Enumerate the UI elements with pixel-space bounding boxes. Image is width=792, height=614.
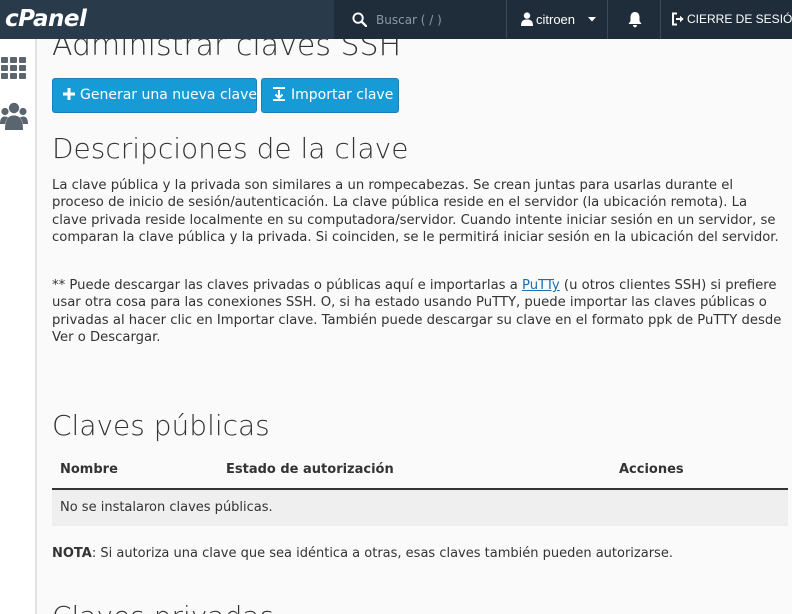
page-title: Administrar claves SSH [52, 39, 402, 63]
generate-key-label: Generar una nueva clave [80, 87, 258, 103]
description-paragraph: La clave pública y la privada son simila… [52, 178, 779, 246]
column-header-actions: Acciones [619, 462, 684, 477]
logout-button[interactable]: CIERRE DE SESIÓN [660, 0, 792, 39]
users-icon[interactable] [0, 102, 28, 130]
private-keys-heading: Claves privadas [52, 600, 274, 614]
descriptions-heading: Descripciones de la clave [52, 132, 409, 165]
sidebar [0, 39, 37, 614]
search-icon [352, 12, 367, 27]
bell-icon [628, 12, 642, 28]
logout-label: CIERRE DE SESIÓN [687, 12, 792, 26]
cpanel-logo[interactable]: cPanel [5, 4, 87, 34]
table-row-empty: No se instalaron claves públicas. [52, 490, 788, 526]
top-navbar: cPanel citroen CIERRE DE SESIÓN [0, 0, 792, 39]
import-key-label: Importar clave [291, 87, 394, 103]
apps-grid-icon[interactable] [1, 57, 26, 79]
note-text: NOTA: Si autoriza una clave que sea idén… [52, 546, 673, 561]
search-input[interactable] [376, 8, 498, 32]
import-key-button[interactable]: Importar clave [261, 78, 399, 113]
notifications-button[interactable] [607, 0, 660, 39]
generate-key-button[interactable]: Generar una nueva clave [52, 78, 257, 113]
user-icon [521, 12, 533, 26]
putty-text-before: ** Puede descargar las claves privadas o… [52, 278, 523, 293]
plus-icon [63, 88, 75, 100]
note-body: : Si autoriza una clave que sea idéntica… [91, 546, 673, 561]
putty-link[interactable]: PuTTy [522, 278, 560, 293]
note-label: NOTA [52, 546, 92, 561]
import-icon [273, 87, 285, 101]
column-header-authorization-status[interactable]: Estado de autorización [226, 462, 394, 477]
column-header-name[interactable]: Nombre [60, 462, 118, 477]
caret-down-icon [588, 17, 596, 22]
putty-paragraph: ** Puede descargar las claves privadas o… [52, 277, 782, 347]
username: citroen [536, 12, 576, 27]
user-menu[interactable]: citroen [506, 0, 607, 39]
search-box[interactable] [334, 0, 506, 39]
public-keys-table: Nombre Estado de autorización Acciones N… [52, 454, 788, 526]
main-content: Administrar claves SSH Generar una nueva… [38, 39, 792, 614]
logout-icon [672, 12, 684, 26]
table-header: Nombre Estado de autorización Acciones [52, 454, 788, 490]
public-keys-heading: Claves públicas [52, 409, 270, 442]
